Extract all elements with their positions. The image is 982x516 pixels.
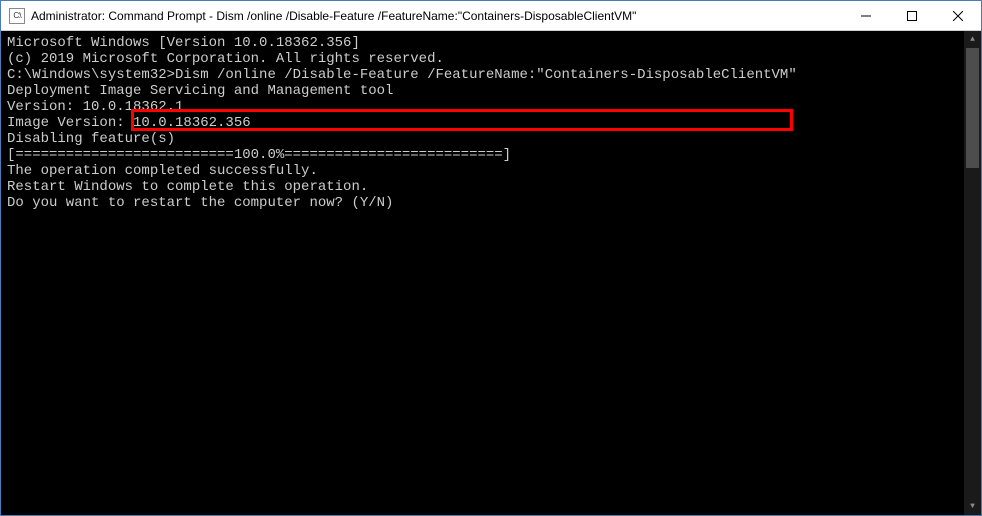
terminal-body: Microsoft Windows [Version 10.0.18362.35… [1, 31, 981, 515]
output-line: (c) 2019 Microsoft Corporation. All righ… [7, 51, 958, 67]
scroll-up-arrow-icon[interactable]: ▲ [964, 31, 981, 48]
scrollbar-thumb[interactable] [966, 48, 979, 168]
progress-bar-line: [==========================100.0%=======… [7, 147, 958, 163]
output-line: Version: 10.0.18362.1 [7, 99, 958, 115]
output-line: Deployment Image Servicing and Managemen… [7, 83, 958, 99]
output-line: Image Version: 10.0.18362.356 [7, 115, 958, 131]
scroll-down-arrow-icon[interactable]: ▼ [964, 498, 981, 515]
terminal-content[interactable]: Microsoft Windows [Version 10.0.18362.35… [1, 31, 964, 515]
vertical-scrollbar[interactable]: ▲ ▼ [964, 31, 981, 515]
close-icon [953, 11, 963, 21]
minimize-button[interactable] [843, 1, 889, 30]
command-prompt-window: C:\ Administrator: Command Prompt - Dism… [0, 0, 982, 516]
output-line: The operation completed successfully. [7, 163, 958, 179]
close-button[interactable] [935, 1, 981, 30]
output-line: Microsoft Windows [Version 10.0.18362.35… [7, 35, 958, 51]
command-line: C:\Windows\system32>Dism /online /Disabl… [7, 67, 958, 83]
maximize-button[interactable] [889, 1, 935, 30]
titlebar[interactable]: C:\ Administrator: Command Prompt - Dism… [1, 1, 981, 31]
output-line: Disabling feature(s) [7, 131, 958, 147]
output-line: Do you want to restart the computer now?… [7, 195, 958, 211]
maximize-icon [907, 11, 917, 21]
cmd-icon: C:\ [9, 8, 25, 24]
minimize-icon [861, 11, 871, 21]
window-controls [843, 1, 981, 30]
output-line: Restart Windows to complete this operati… [7, 179, 958, 195]
window-title: Administrator: Command Prompt - Dism /on… [31, 9, 843, 23]
